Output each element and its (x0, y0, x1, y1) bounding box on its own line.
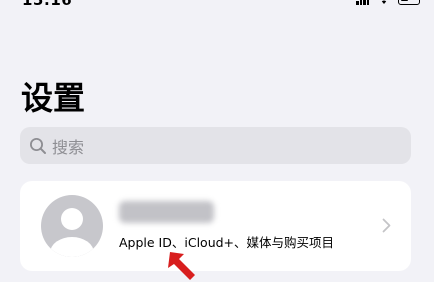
chevron-right-icon (382, 218, 391, 233)
battery-icon (398, 0, 420, 5)
person-silhouette-icon (50, 208, 94, 257)
avatar (41, 195, 103, 257)
red-arrow-icon (168, 252, 195, 280)
status-time: 15:16 (22, 0, 73, 9)
signal-icon (356, 0, 370, 5)
user-name-redacted (119, 201, 214, 223)
status-icons (356, 0, 420, 5)
account-subtitle: Apple ID、iCloud+、媒体与购买项目 (119, 235, 335, 250)
wifi-icon (381, 0, 387, 4)
apple-id-account-row[interactable]: Apple ID、iCloud+、媒体与购买项目 (20, 181, 411, 271)
search-placeholder: 搜索 (52, 137, 85, 157)
search-bar[interactable]: 搜索 (20, 127, 411, 164)
search-icon (30, 137, 46, 154)
status-bar: 15:16 (0, 0, 434, 9)
page-title: 设置 (21, 79, 86, 117)
